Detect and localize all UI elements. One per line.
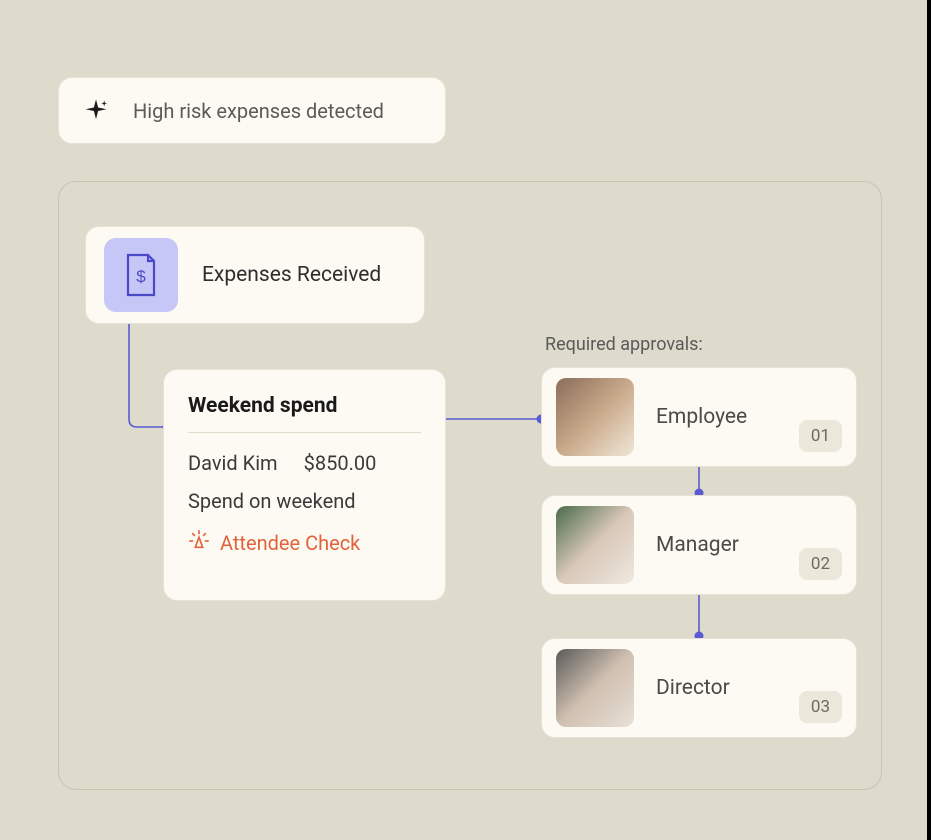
approval-card-director[interactable]: Director 03	[541, 638, 857, 738]
alert-burst-icon	[188, 529, 210, 556]
avatar	[556, 378, 634, 456]
card-weekend-spend[interactable]: Weekend spend David Kim $850.00 Spend on…	[163, 369, 446, 601]
approval-badge: 01	[799, 420, 842, 452]
avatar	[556, 506, 634, 584]
spend-person: David Kim	[188, 451, 278, 475]
svg-text:$: $	[136, 267, 146, 286]
spend-flag-label: Attendee Check	[220, 531, 360, 555]
spend-flag[interactable]: Attendee Check	[188, 529, 421, 556]
avatar	[556, 649, 634, 727]
approval-card-manager[interactable]: Manager 02	[541, 495, 857, 595]
sparkle-icon	[81, 96, 111, 126]
alert-text: High risk expenses detected	[133, 99, 384, 123]
approval-card-employee[interactable]: Employee 01	[541, 367, 857, 467]
approval-role: Employee	[656, 405, 777, 429]
spend-note: Spend on weekend	[188, 489, 421, 513]
card-expenses-received[interactable]: $ Expenses Received	[85, 226, 425, 324]
approval-badge: 02	[799, 548, 842, 580]
alert-chip: High risk expenses detected	[58, 77, 446, 144]
approval-role: Director	[656, 676, 777, 700]
spend-title: Weekend spend	[188, 394, 421, 433]
approval-role: Manager	[656, 533, 777, 557]
approvals-heading: Required approvals:	[545, 334, 703, 355]
approval-badge: 03	[799, 691, 842, 723]
spend-row-person-amount: David Kim $850.00	[188, 451, 421, 475]
spend-amount: $850.00	[304, 451, 377, 475]
expenses-received-label: Expenses Received	[202, 263, 381, 287]
workflow-panel: $ Expenses Received Weekend spend David …	[58, 181, 882, 790]
document-dollar-icon: $	[104, 238, 178, 312]
